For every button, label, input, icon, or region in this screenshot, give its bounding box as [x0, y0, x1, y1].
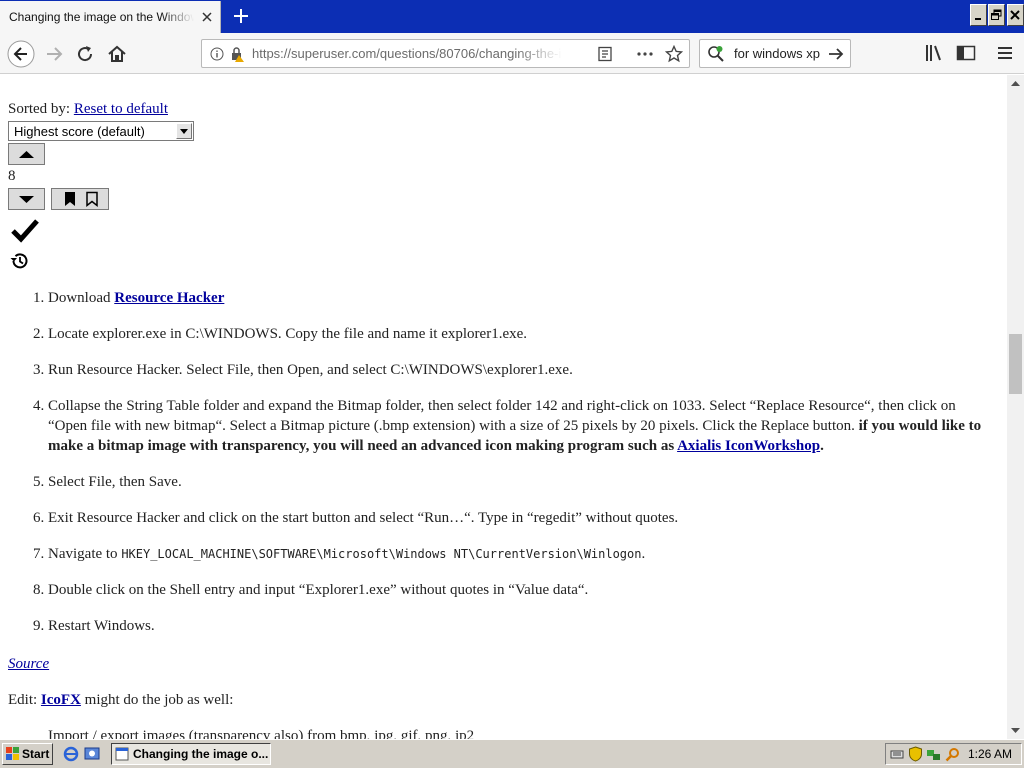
show-desktop-quicklaunch-icon[interactable]	[84, 746, 100, 762]
list-item: Collapse the String Table folder and exp…	[48, 396, 988, 456]
minimize-icon	[975, 18, 981, 20]
library-icon[interactable]	[923, 42, 945, 64]
reader-view-icon[interactable]	[597, 46, 613, 62]
scrollbar-thumb[interactable]	[1009, 334, 1022, 394]
ie-quicklaunch-icon[interactable]	[63, 746, 79, 762]
clock: 1:26 AM	[968, 747, 1013, 761]
security-shield-icon[interactable]	[908, 746, 923, 762]
scroll-down-arrow-icon[interactable]	[1007, 722, 1024, 739]
close-icon	[1010, 10, 1020, 20]
search-box[interactable]: for windows xp	[699, 39, 851, 68]
reload-icon[interactable]	[72, 41, 98, 67]
vertical-scrollbar[interactable]	[1007, 75, 1024, 739]
browser-tab[interactable]: Changing the image on the Windows XP Sta…	[0, 1, 221, 33]
downvote-button[interactable]	[8, 188, 45, 210]
list-item: Locate explorer.exe in C:\WINDOWS. Copy …	[48, 324, 988, 344]
windows-taskbar: Start Changing the image o... 1:26 AM	[0, 739, 1024, 768]
keyboard-tray-icon[interactable]	[890, 747, 904, 761]
back-button-icon[interactable]	[7, 40, 35, 68]
bookmark-star-icon[interactable]	[665, 45, 683, 63]
dropdown-arrow-icon	[176, 123, 192, 139]
close-window-button[interactable]	[1007, 4, 1024, 26]
forward-icon[interactable]	[42, 41, 68, 67]
axialis-iconworkshop-link[interactable]: Axialis IconWorkshop	[677, 438, 820, 454]
downvote-arrow-icon	[19, 196, 34, 203]
scroll-up-arrow-icon[interactable]	[1007, 75, 1024, 92]
edit-line: Edit: IcoFX might do the job as well:	[8, 692, 234, 708]
source-link[interactable]: Source	[8, 656, 49, 672]
icofx-link[interactable]: IcoFX	[41, 692, 81, 708]
new-tab-icon[interactable]	[229, 5, 253, 27]
search-go-arrow-icon[interactable]	[827, 46, 845, 62]
minimize-window-button[interactable]	[970, 4, 987, 26]
windows-logo-icon	[6, 747, 19, 760]
info-icon[interactable]	[210, 47, 224, 61]
reset-to-default-link[interactable]: Reset to default	[74, 101, 168, 117]
bullet-item-partial: Import / export images (transparency als…	[48, 728, 475, 739]
list-item: Run Resource Hacker. Select File, then O…	[48, 360, 988, 380]
system-tray: 1:26 AM	[885, 743, 1022, 765]
list-item: Select File, then Save.	[48, 472, 988, 492]
taskbar-window-label: Changing the image o...	[133, 747, 269, 761]
source-line: Source	[8, 656, 49, 673]
accepted-checkmark-icon	[11, 219, 39, 243]
bookmark-icon	[65, 191, 98, 208]
start-label: Start	[22, 747, 50, 761]
start-button[interactable]: Start	[2, 743, 53, 765]
lock-warning-icon[interactable]	[229, 46, 245, 62]
tab-strip: Changing the image on the Windows XP Sta…	[0, 0, 1024, 33]
page-actions-icon[interactable]	[636, 46, 654, 62]
taskbar-window-button[interactable]: Changing the image o...	[111, 743, 271, 765]
sort-selected-value: Highest score (default)	[14, 124, 145, 139]
list-item: Download Resource Hacker	[48, 288, 988, 308]
hamburger-menu-icon[interactable]	[994, 42, 1016, 64]
sort-bar: Sorted by: Reset to default	[8, 101, 168, 118]
url-bar[interactable]: https://superuser.com/questions/80706/ch…	[201, 39, 690, 68]
restore-icon	[991, 9, 1002, 20]
sort-order-select[interactable]: Highest score (default)	[8, 121, 194, 141]
bookmark-button[interactable]	[51, 188, 109, 210]
upvote-arrow-icon	[19, 151, 34, 158]
page-content: Sorted by: Reset to default Highest scor…	[0, 75, 1007, 739]
sorted-by-label: Sorted by:	[8, 101, 71, 117]
instructions-list: Download Resource Hacker Locate explorer…	[8, 288, 988, 652]
url-text: https://superuser.com/questions/80706/ch…	[252, 46, 562, 61]
list-item: Restart Windows.	[48, 616, 988, 636]
window-app-icon	[115, 747, 129, 761]
registry-path: HKEY_LOCAL_MACHINE\SOFTWARE\Microsoft\Wi…	[121, 547, 642, 561]
history-icon[interactable]	[9, 251, 29, 271]
restore-window-button[interactable]	[988, 4, 1005, 26]
search-engine-icon	[708, 46, 724, 62]
sidebar-icon[interactable]	[955, 42, 977, 64]
tab-title: Changing the image on the Windows XP Sta…	[9, 10, 194, 24]
vote-count: 8	[8, 168, 16, 184]
home-icon[interactable]	[104, 41, 130, 67]
resource-hacker-link[interactable]: Resource Hacker	[114, 290, 224, 306]
list-item: Exit Resource Hacker and click on the st…	[48, 508, 988, 528]
list-item: Double click on the Shell entry and inpu…	[48, 580, 988, 600]
search-tray-icon[interactable]	[945, 747, 960, 762]
upvote-button[interactable]	[8, 143, 45, 165]
navigation-toolbar: https://superuser.com/questions/80706/ch…	[0, 33, 1024, 74]
close-tab-icon[interactable]	[199, 9, 215, 25]
search-input[interactable]: for windows xp	[734, 46, 820, 61]
network-tray-icon[interactable]	[926, 747, 941, 762]
list-item: Navigate to HKEY_LOCAL_MACHINE\SOFTWARE\…	[48, 544, 988, 564]
